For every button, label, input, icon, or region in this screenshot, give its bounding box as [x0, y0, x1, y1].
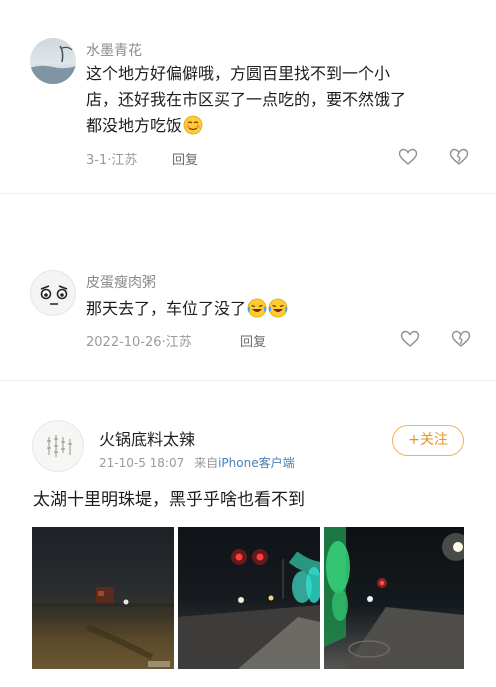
comment-text-line: 都没地方吃饭 — [86, 113, 466, 139]
post-timestamp: 21-10-5 18:07 — [99, 456, 185, 470]
heart-icon[interactable] — [400, 330, 420, 348]
comment-text-line: 店，还好我在市区买了一点吃的，要不然饿了 — [86, 90, 407, 109]
comment-text: 这个地方好偏僻哦，方圆百里找不到一个小 店，还好我在市区买了一点吃的，要不然饿了… — [86, 61, 466, 139]
broken-heart-icon[interactable] — [451, 330, 471, 348]
comment-location: 江苏 — [111, 153, 138, 168]
avatar[interactable] — [30, 270, 76, 316]
comment-meta: 3-1·江苏 — [86, 153, 138, 168]
reply-button[interactable]: 回复 — [172, 149, 198, 168]
comment-username[interactable]: 水墨青花 — [86, 40, 142, 60]
post-source[interactable]: iPhone客户端 — [218, 456, 295, 470]
follow-button[interactable]: +关注 — [392, 425, 464, 456]
comment-date: 3-1 — [86, 153, 108, 168]
comment-text: 那天去了，车位了没了 — [86, 296, 466, 322]
comment-location: 江苏 — [165, 335, 192, 350]
avatar[interactable] — [30, 38, 76, 84]
comment-meta: 2022-10-26·江苏 — [86, 335, 192, 350]
post-username[interactable]: 火锅底料太辣 — [99, 426, 195, 450]
green-lit-walkway-photo[interactable] — [324, 527, 464, 669]
comment-text-line-end: 都没地方吃饭 — [86, 116, 183, 135]
night-lake-photo[interactable] — [32, 527, 174, 669]
laughing-crying-face-emoji — [247, 298, 267, 318]
divider — [0, 380, 496, 381]
broken-heart-icon[interactable] — [449, 148, 469, 166]
comment-text-line: 这个地方好偏僻哦，方圆百里找不到一个小 — [86, 64, 391, 83]
post-text: 太湖十里明珠堤，黑乎乎啥也看不到 — [33, 490, 305, 510]
post-meta: 21-10-5 18:07 来自iPhone客户端 — [99, 454, 295, 471]
heart-icon[interactable] — [398, 148, 418, 166]
laughing-crying-face-emoji — [268, 298, 288, 318]
reply-button[interactable]: 回复 — [240, 331, 266, 350]
comment-username[interactable]: 皮蛋瘦肉粥 — [86, 272, 156, 292]
divider — [0, 193, 496, 194]
red-traffic-light-road-photo[interactable] — [178, 527, 320, 669]
avatar[interactable] — [32, 420, 84, 472]
blush-face-emoji — [183, 115, 203, 135]
comment-date: 2022-10-26 — [86, 335, 162, 350]
post-source-prefix: 来自 — [194, 456, 219, 470]
comment-text-line: 那天去了，车位了没了 — [86, 299, 247, 318]
